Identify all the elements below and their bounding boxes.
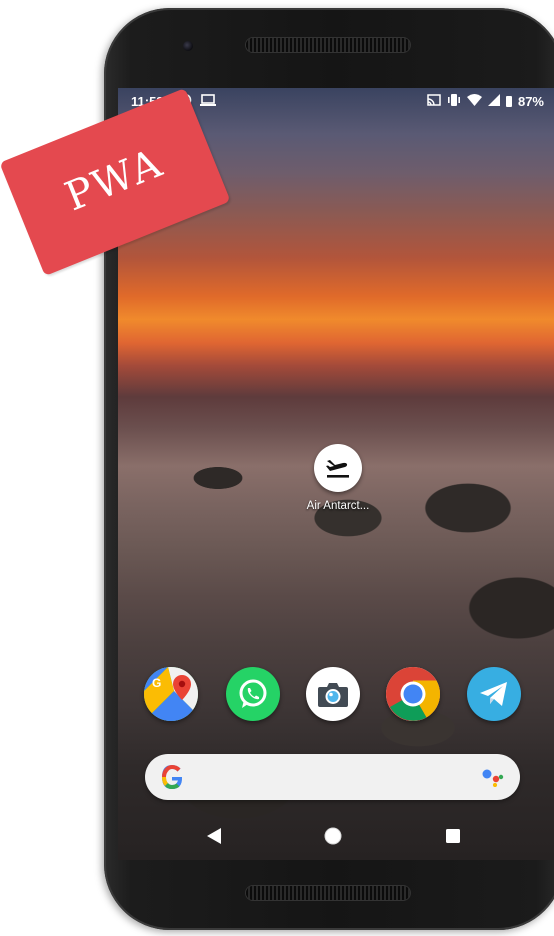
google-maps-icon[interactable]: G — [144, 667, 198, 721]
google-search-bar[interactable] — [145, 754, 520, 800]
signal-icon — [487, 94, 500, 109]
status-right-icons: 87% — [427, 94, 544, 109]
camera-icon[interactable] — [306, 667, 360, 721]
back-triangle-icon[interactable] — [202, 824, 226, 848]
home-app-label: Air Antarct... — [306, 500, 370, 512]
svg-text:G: G — [152, 676, 161, 690]
bottom-speaker-grille — [246, 886, 410, 900]
top-speaker-grille — [246, 38, 410, 52]
laptop-icon — [200, 94, 216, 109]
wifi-icon — [466, 94, 482, 109]
recents-square-icon[interactable] — [441, 824, 465, 848]
battery-icon — [505, 96, 512, 107]
home-app-shortcut[interactable]: Air Antarct... — [298, 444, 378, 512]
whatsapp-icon[interactable] — [226, 667, 280, 721]
navigation-bar — [118, 818, 554, 854]
google-assistant-icon[interactable] — [482, 769, 504, 788]
chrome-icon[interactable] — [386, 667, 440, 721]
battery-percent: 87% — [517, 94, 544, 109]
google-logo — [159, 763, 185, 796]
vibrate-icon — [447, 94, 461, 109]
home-circle-icon[interactable] — [321, 824, 345, 848]
cast-icon — [427, 94, 441, 109]
telegram-icon[interactable] — [467, 667, 521, 721]
front-camera-icon — [183, 41, 193, 51]
airplane-landing-icon[interactable] — [314, 444, 362, 492]
